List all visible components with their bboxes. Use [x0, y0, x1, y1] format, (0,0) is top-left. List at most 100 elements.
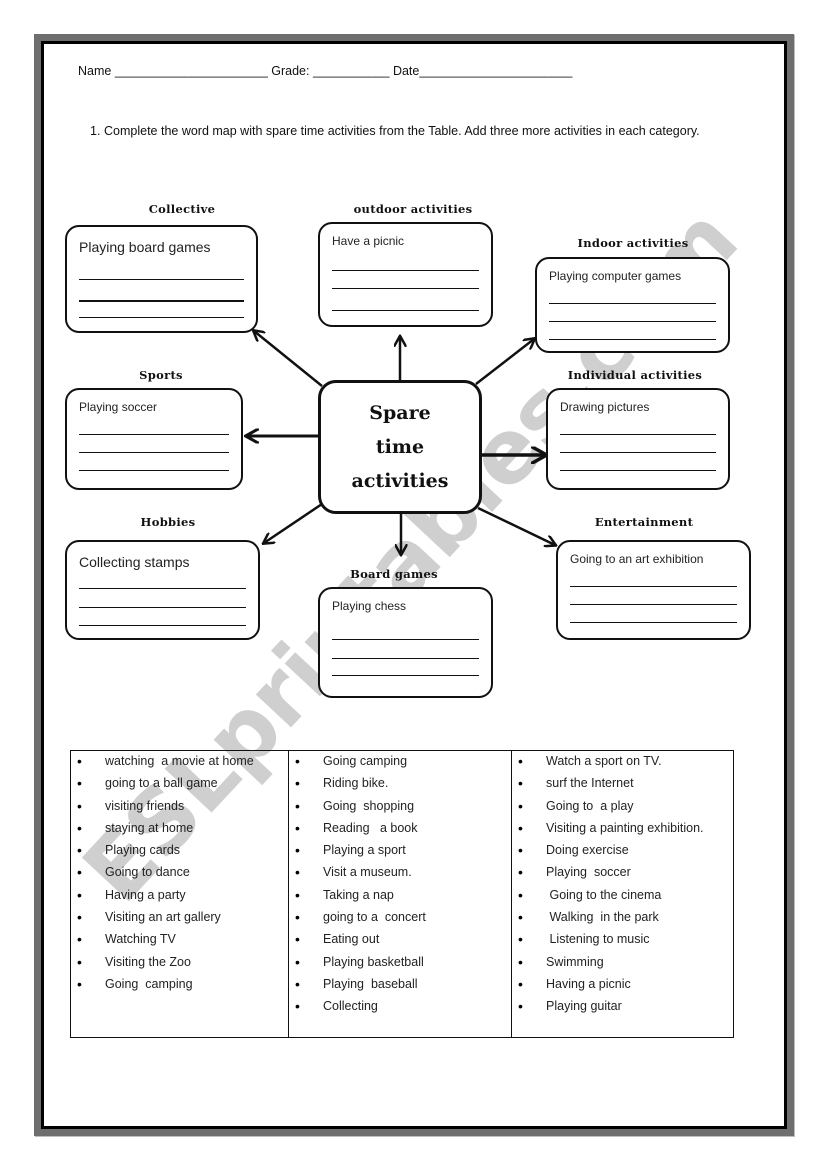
category-example: Playing soccer [79, 400, 158, 414]
category-box-entertainment: Going to an art exhibition [556, 540, 751, 640]
category-title-sports: Sports [139, 368, 183, 382]
center-topic-word-1: Spare [369, 402, 431, 424]
activity-item: going to a ball game [71, 773, 288, 795]
activity-item: Playing a sport [289, 840, 511, 862]
activity-item: Eating out [289, 929, 511, 951]
category-example: Have a picnic [332, 234, 405, 248]
answer-line[interactable] [79, 279, 244, 280]
center-topic-word-3: activities [351, 470, 449, 492]
activity-item: surf the Internet [512, 773, 733, 795]
activity-item: Visit a museum. [289, 862, 511, 884]
category-example: Playing computer games [549, 269, 682, 283]
activity-item: Playing guitar [512, 996, 733, 1018]
activity-item: visiting friends [71, 796, 288, 818]
student-info-line: Name ______________________ Grade: _____… [78, 64, 572, 78]
activity-item: Visiting an art gallery [71, 907, 288, 929]
category-title-collective: Collective [148, 202, 216, 216]
grade-label: Grade: [271, 64, 310, 78]
category-title-board-games: Board games [350, 567, 438, 581]
activity-list-2: Going campingRiding bike.Going shoppingR… [289, 751, 511, 1019]
category-box-outdoor: Have a picnic [318, 222, 493, 327]
table-column-2: Going campingRiding bike.Going shoppingR… [288, 750, 512, 1038]
activity-item: Going to dance [71, 862, 288, 884]
answer-line[interactable] [570, 586, 737, 587]
activity-item: Watch a sport on TV. [512, 751, 733, 773]
category-box-collective: Playing board games [65, 225, 258, 333]
activity-item: going to a concert [289, 907, 511, 929]
category-box-sports: Playing soccer [65, 388, 243, 490]
answer-line[interactable] [79, 434, 229, 435]
activity-item: Going shopping [289, 796, 511, 818]
answer-line[interactable] [79, 625, 246, 626]
answer-line[interactable] [332, 658, 479, 659]
activity-item: staying at home [71, 818, 288, 840]
answer-line[interactable] [79, 452, 229, 453]
category-title-indoor: Indoor activities [577, 236, 689, 250]
answer-line[interactable] [570, 622, 737, 623]
activity-item: Going camping [289, 751, 511, 773]
activity-item: Playing baseball [289, 974, 511, 996]
activity-item: Riding bike. [289, 773, 511, 795]
answer-line[interactable] [79, 607, 246, 608]
grade-blank[interactable]: ___________ [313, 64, 389, 78]
answer-line[interactable] [560, 470, 716, 471]
answer-line[interactable] [79, 470, 229, 471]
answer-line[interactable] [79, 317, 244, 318]
answer-line[interactable] [560, 452, 716, 453]
activity-item: Having a party [71, 885, 288, 907]
activity-item: watching a movie at home [71, 751, 288, 773]
category-example: Drawing pictures [560, 400, 650, 414]
activity-item: Playing basketball [289, 952, 511, 974]
activity-item: Going camping [71, 974, 288, 996]
activity-item: Visiting the Zoo [71, 952, 288, 974]
answer-line[interactable] [560, 434, 716, 435]
activity-item: Playing soccer [512, 862, 733, 884]
answer-line[interactable] [332, 270, 479, 271]
category-box-board-games: Playing chess [318, 587, 493, 698]
table-row: watching a movie at homegoing to a ball … [70, 750, 734, 1038]
answer-line[interactable] [332, 310, 479, 311]
activity-item: Watching TV [71, 929, 288, 951]
activity-item: Walking in the park [512, 907, 733, 929]
activity-item: Collecting [289, 996, 511, 1018]
name-label: Name [78, 64, 112, 78]
instruction-number: 1. [90, 124, 101, 138]
activity-item: Visiting a painting exhibition. [512, 818, 733, 840]
category-title-outdoor: outdoor activities [353, 202, 473, 216]
activity-list-1: watching a movie at homegoing to a ball … [71, 751, 288, 996]
category-box-indoor: Playing computer games [535, 257, 730, 353]
answer-line[interactable] [549, 339, 716, 340]
category-example: Playing board games [79, 239, 211, 255]
table-column-3: Watch a sport on TV.surf the Internet Goi… [511, 750, 734, 1038]
activity-item: Listening to music [512, 929, 733, 951]
activity-item: Doing exercise [512, 840, 733, 862]
center-topic-word-2: time [375, 436, 425, 458]
activity-item: Going to the cinema [512, 885, 733, 907]
activity-item: Swimming [512, 952, 733, 974]
table-column-1: watching a movie at homegoing to a ball … [70, 750, 289, 1038]
category-example: Going to an art exhibition [570, 552, 704, 566]
activity-item: Reading a book [289, 818, 511, 840]
category-box-hobbies: Collecting stamps [65, 540, 260, 640]
activity-item: Playing cards [71, 840, 288, 862]
date-label: Date [392, 64, 420, 78]
category-title-individual: Individual activities [567, 368, 703, 382]
activity-item: Taking a nap [289, 885, 511, 907]
answer-line[interactable] [332, 288, 479, 289]
answer-line[interactable] [332, 675, 479, 676]
activity-table: watching a movie at homegoing to a ball … [70, 750, 734, 1038]
category-example: Playing chess [332, 599, 407, 613]
answer-line[interactable] [79, 588, 246, 589]
answer-line[interactable] [570, 604, 737, 605]
answer-line[interactable] [79, 300, 244, 302]
answer-line[interactable] [549, 303, 716, 304]
activity-list-3: Watch a sport on TV.surf the Internet Goi… [512, 751, 733, 1019]
category-title-hobbies: Hobbies [140, 515, 196, 529]
category-box-individual: Drawing pictures [546, 388, 730, 490]
answer-line[interactable] [332, 639, 479, 640]
date-blank[interactable]: ______________________ [419, 64, 572, 78]
answer-line[interactable] [549, 321, 716, 322]
name-blank[interactable]: ______________________ [115, 64, 268, 78]
center-topic-box: Spare time activities [318, 380, 482, 514]
category-example: Collecting stamps [79, 554, 190, 570]
